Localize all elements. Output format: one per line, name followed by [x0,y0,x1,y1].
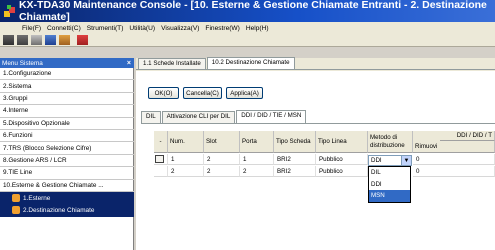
sidebar-items: 1.Configurazione 2.Sistema 3.Gruppi 4.In… [0,68,134,217]
connect-icon[interactable] [17,35,28,45]
title-bar: KX-TDA30 Maintenance Console - [10. Este… [0,0,495,23]
dropdown-list: DIL DDI MSN [368,166,411,203]
tool-icon[interactable] [31,35,42,45]
column-header-tipo-linea[interactable]: Tipo Linea [316,131,368,153]
phone-icon [12,206,20,215]
column-header-slot[interactable]: Slot [204,131,240,153]
cell-tipo-scheda[interactable]: BRI2 [274,166,316,177]
cell-rimuovi[interactable]: 0 [413,166,495,177]
menu-utilita[interactable]: Utilità(U) [129,25,155,32]
dropdown-option-dil[interactable]: DIL [369,167,410,179]
phone-icon [12,194,20,203]
cell-rimuovi[interactable]: 0 [413,154,495,165]
sidebar-item-sistema[interactable]: 2.Sistema [0,80,134,93]
cell-num[interactable]: 1 [168,154,204,165]
column-header-metodo[interactable]: Metodo di distribuzione [368,131,413,153]
apply-button[interactable]: Applica(A) [226,87,263,99]
cell-porta[interactable]: 2 [240,166,274,177]
cell-tipo-linea[interactable]: Pubblico [316,166,368,177]
metodo-dropdown[interactable]: DDI ▼ [368,155,412,166]
tab-dil[interactable]: DIL [141,111,161,123]
cell-slot[interactable]: 2 [204,154,240,165]
dropdown-option-ddi[interactable]: DDI [369,179,410,191]
menu-bar: File(F) Connetti(C) Strumenti(T) Utilità… [0,22,495,34]
column-header-select: - [154,131,168,153]
sidebar-item-configurazione[interactable]: 1.Configurazione [0,68,134,81]
close-icon[interactable]: × [127,60,131,67]
sidebar-item-funzioni[interactable]: 6.Funzioni [0,130,134,143]
window-title: KX-TDA30 Maintenance Console - [10. Este… [18,0,487,23]
menu-finestre[interactable]: Finestre(W) [205,25,239,32]
cell-num[interactable]: 2 [168,166,204,177]
sidebar-subitem-label: 2.Destinazione Chiamate [23,206,95,214]
window-tabs: 1.1 Schede Installate 10.2 Destinazione … [136,57,495,70]
row-selector[interactable] [154,154,168,165]
sidebar-item-tie[interactable]: 9.TIE Line [0,167,134,180]
tab-schede-installate[interactable]: 1.1 Schede Installate [138,58,206,69]
menu-file[interactable]: File(F) [22,25,41,32]
user-icon[interactable] [59,35,70,45]
column-header-num[interactable]: Num. [168,131,204,153]
row-selected-icon [155,155,164,163]
dropdown-option-msn[interactable]: MSN [369,190,410,202]
menu-help[interactable]: Help(H) [246,25,269,32]
menu-visualizza[interactable]: Visualizza(V) [161,25,199,32]
app-icon [4,5,15,17]
cell-tipo-linea[interactable]: Pubblico [316,154,368,165]
ok-button[interactable]: OK(O) [148,87,179,99]
cancel-button[interactable]: Cancella(C) [183,87,222,99]
cell-porta[interactable]: 1 [240,154,274,165]
sidebar-header: Menu Sistema × [0,58,134,68]
sidebar-item-gruppi[interactable]: 3.Gruppi [0,93,134,106]
sidebar-title: Menu Sistema [2,59,43,67]
toolbar [0,34,495,47]
dropdown-value: DDI [371,157,382,164]
sidebar-item-dispositivo[interactable]: 5.Dispositivo Opzionale [0,118,134,130]
settings-tabs: DIL Attivazione CLI per DIL DDI / DID / … [141,110,307,123]
chevron-down-icon[interactable]: ▼ [401,156,411,165]
grid-icon[interactable] [45,35,56,45]
sidebar-subitem-destinazione[interactable]: 2.Destinazione Chiamate [0,204,134,217]
flag-icon[interactable] [77,35,88,45]
row-selector[interactable] [154,166,168,177]
tab-ddi-did-tie-msn[interactable]: DDI / DID / TIE / MSN [236,110,307,123]
sidebar-subitem-label: 1.Esterne [23,194,51,202]
sidebar-subitem-esterne[interactable]: 1.Esterne [0,191,134,205]
column-header-porta[interactable]: Porta [240,131,274,153]
menu-connetti[interactable]: Connetti(C) [47,25,81,32]
sidebar-item-interne[interactable]: 4.Interne [0,105,134,118]
tab-attivazione-cli[interactable]: Attivazione CLI per DIL [161,111,236,123]
column-header-tipo-scheda[interactable]: Tipo Scheda [274,131,316,153]
menu-strumenti[interactable]: Strumenti(T) [87,25,124,32]
disconnect-icon[interactable] [3,35,14,45]
cell-tipo-scheda[interactable]: BRI2 [274,154,316,165]
column-header-group: DDI / DID / T [440,131,495,141]
sidebar-item-trs[interactable]: 7.TRS (Blocco Selezione Cifre) [0,142,134,155]
sidebar-item-esterne-gestione[interactable]: 10.Esterne & Gestione Chiamate ... [0,180,134,192]
tab-destinazione-chiamate[interactable]: 10.2 Destinazione Chiamate [206,57,295,69]
cell-slot[interactable]: 2 [204,166,240,177]
sidebar-item-ars[interactable]: 8.Gestione ARS / LCR [0,155,134,168]
